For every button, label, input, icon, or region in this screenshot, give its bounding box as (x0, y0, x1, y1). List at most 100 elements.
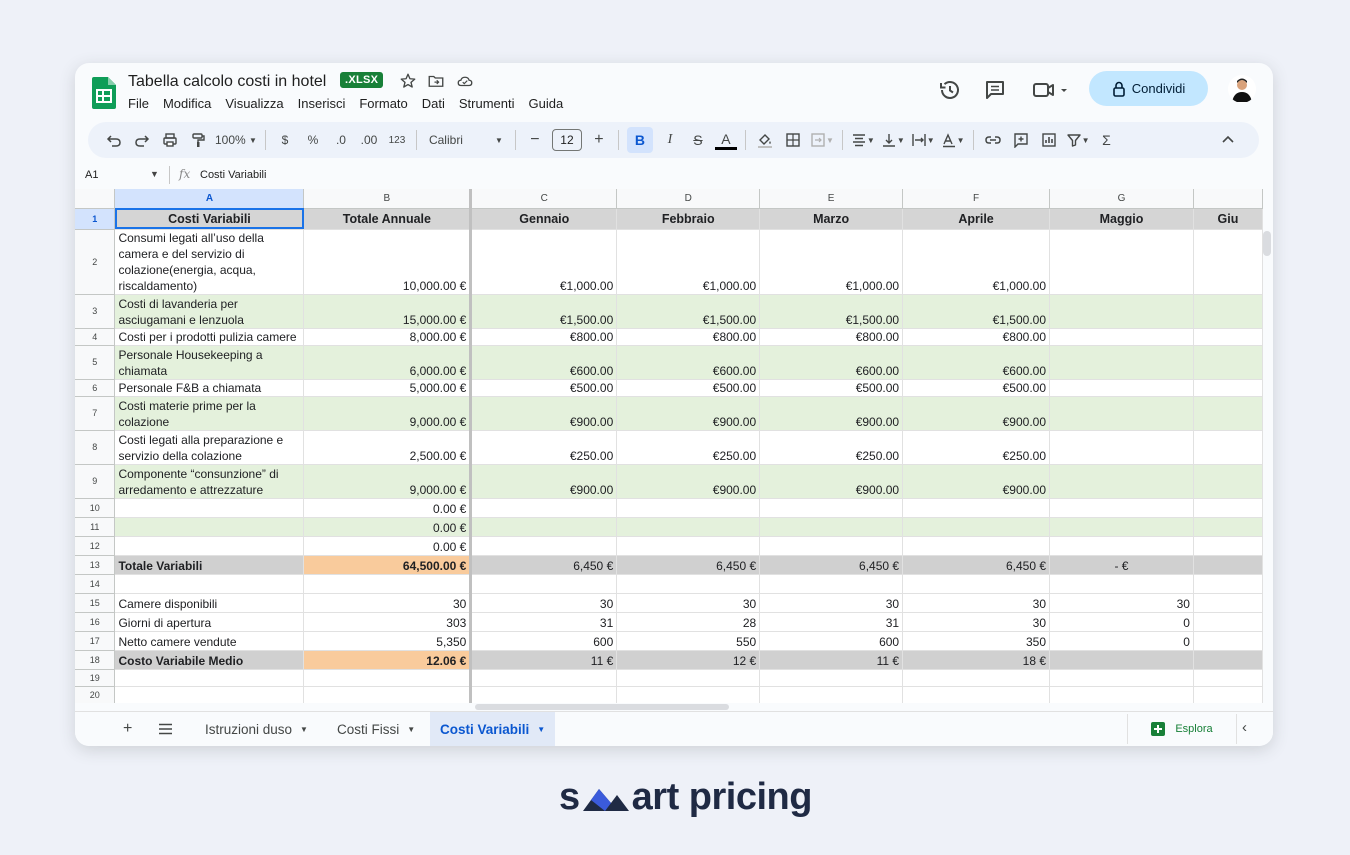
table-cell[interactable] (470, 536, 618, 556)
table-cell[interactable]: €600.00 (470, 345, 618, 380)
table-cell[interactable] (1049, 517, 1194, 537)
menu-inserisci[interactable]: Inserisci (298, 96, 353, 111)
table-cell[interactable]: €900.00 (470, 464, 618, 499)
table-cell[interactable] (1049, 464, 1194, 499)
table-cell[interactable]: 350 (902, 631, 1051, 651)
column-header[interactable]: C (470, 189, 618, 209)
table-cell[interactable]: 5,350 (303, 631, 473, 651)
table-cell[interactable]: 12 € (616, 650, 761, 670)
table-cell[interactable]: 11 € (759, 650, 904, 670)
table-cell[interactable]: €500.00 (902, 379, 1051, 397)
table-cell[interactable] (470, 574, 618, 594)
column-header[interactable]: B (303, 189, 473, 209)
menu-file[interactable]: File (128, 96, 156, 111)
table-cell[interactable] (1193, 396, 1263, 431)
table-cell[interactable] (616, 574, 761, 594)
table-cell[interactable] (759, 574, 904, 594)
table-cell[interactable] (470, 517, 618, 537)
table-cell[interactable]: 8,000.00 € (303, 328, 473, 346)
share-button[interactable]: Condividi (1089, 71, 1208, 106)
increase-decimal-button[interactable]: .00 (358, 127, 380, 153)
menu-dati[interactable]: Dati (422, 96, 452, 111)
sheets-logo-icon[interactable] (92, 77, 116, 109)
table-cell[interactable]: €900.00 (759, 464, 904, 499)
table-cell[interactable] (303, 686, 473, 703)
table-cell[interactable] (1193, 464, 1263, 499)
row-header[interactable]: 12 (75, 536, 116, 556)
paint-format-icon[interactable] (187, 127, 209, 153)
row-label-cell[interactable] (114, 669, 305, 687)
table-cell[interactable] (1049, 294, 1194, 329)
table-cell[interactable]: €800.00 (902, 328, 1051, 346)
table-cell[interactable]: €900.00 (902, 464, 1051, 499)
table-cell[interactable] (759, 517, 904, 537)
row-label-cell[interactable]: Costi legati alla preparazione e servizi… (114, 430, 305, 465)
row-label-cell[interactable] (114, 686, 305, 703)
table-cell[interactable]: 30 (470, 593, 618, 613)
comments-icon[interactable] (983, 78, 1007, 102)
table-cell[interactable]: 12.06 € (303, 650, 473, 670)
all-sheets-menu-icon[interactable] (158, 723, 173, 735)
table-cell[interactable] (303, 574, 473, 594)
table-cell[interactable]: €600.00 (902, 345, 1051, 380)
table-cell[interactable] (902, 669, 1051, 687)
table-cell[interactable] (470, 686, 618, 703)
table-cell[interactable] (1049, 430, 1194, 465)
row-label-cell[interactable]: Consumi legati all’uso della camera e de… (114, 229, 305, 295)
row-header[interactable]: 15 (75, 593, 116, 613)
add-sheet-icon[interactable]: + (123, 720, 132, 738)
table-cell[interactable]: 28 (616, 612, 761, 632)
table-cell[interactable] (1049, 686, 1194, 703)
document-title[interactable]: Tabella calcolo costi in hotel (128, 73, 326, 91)
avatar[interactable] (1228, 75, 1256, 103)
table-cell[interactable]: €250.00 (759, 430, 904, 465)
table-cell[interactable]: 30 (616, 593, 761, 613)
filter-icon[interactable]: ▼ (1066, 127, 1090, 153)
sheet-tab-costi-variabili[interactable]: Costi Variabili ▼ (430, 712, 556, 746)
horizontal-scrollbar[interactable] (475, 704, 729, 710)
row-label-cell[interactable]: Componente “consunzione” di arredamento … (114, 464, 305, 499)
row-label-cell[interactable] (114, 536, 305, 556)
table-cell[interactable]: €1,000.00 (616, 229, 761, 295)
table-cell[interactable]: €600.00 (616, 345, 761, 380)
vertical-align-icon[interactable]: ▼ (881, 127, 905, 153)
font-family-select[interactable]: Calibri ▼ (425, 127, 507, 153)
row-header[interactable]: 6 (75, 379, 116, 397)
table-cell[interactable] (616, 517, 761, 537)
table-cell[interactable]: €1,500.00 (759, 294, 904, 329)
table-cell[interactable] (1193, 379, 1263, 397)
formula-input[interactable]: Costi Variabili (200, 169, 266, 181)
table-cell[interactable]: 15,000.00 € (303, 294, 473, 329)
table-cell[interactable]: Aprile (902, 208, 1051, 230)
row-header[interactable]: 3 (75, 294, 116, 329)
table-cell[interactable]: €600.00 (759, 345, 904, 380)
decrease-font-size-button[interactable]: − (524, 127, 546, 153)
row-label-cell[interactable]: Costi Variabili (114, 208, 305, 230)
table-cell[interactable] (902, 574, 1051, 594)
table-cell[interactable] (1193, 574, 1263, 594)
select-all-corner[interactable] (75, 189, 116, 209)
more-formats-button[interactable]: 123 (386, 127, 408, 153)
table-cell[interactable]: €1,000.00 (759, 229, 904, 295)
table-cell[interactable]: 6,000.00 € (303, 345, 473, 380)
table-cell[interactable] (1049, 536, 1194, 556)
table-cell[interactable]: 600 (759, 631, 904, 651)
explore-button[interactable]: Esplora (1127, 714, 1237, 744)
table-cell[interactable]: €800.00 (616, 328, 761, 346)
text-rotation-icon[interactable]: ▼ (941, 127, 965, 153)
row-label-cell[interactable]: Personale Housekeeping a chiamata (114, 345, 305, 380)
row-label-cell[interactable]: Costo Variabile Medio (114, 650, 305, 670)
table-cell[interactable]: 0 (1049, 612, 1194, 632)
table-cell[interactable] (470, 498, 618, 518)
table-cell[interactable] (759, 686, 904, 703)
name-box[interactable]: A1 (85, 169, 98, 181)
column-header[interactable]: D (616, 189, 761, 209)
column-header[interactable]: G (1049, 189, 1194, 209)
menu-strumenti[interactable]: Strumenti (459, 96, 522, 111)
table-cell[interactable] (616, 536, 761, 556)
table-cell[interactable] (1049, 498, 1194, 518)
table-cell[interactable]: €800.00 (470, 328, 618, 346)
table-cell[interactable] (1193, 517, 1263, 537)
table-cell[interactable]: 0.00 € (303, 517, 473, 537)
table-cell[interactable] (1049, 396, 1194, 431)
